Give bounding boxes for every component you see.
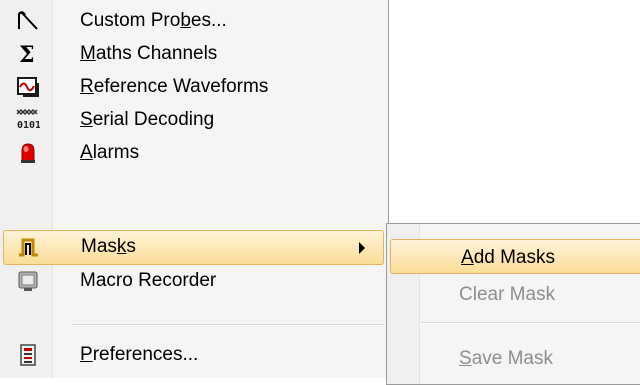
submenu-separator [421,322,640,324]
context-menu: Custom Probes... Σ Maths Channels Refere… [0,0,389,378]
menu-item-serial-decoding[interactable]: 0101 Serial Decoding [2,103,385,136]
macro-recorder-icon [16,269,40,293]
preferences-icon [16,343,40,367]
submenu-item-label: Save Mask [459,348,553,369]
alarm-light-icon [16,141,40,165]
menu-item-alarms[interactable]: Alarms [2,136,385,169]
svg-text:0101: 0101 [17,120,40,131]
sigma-icon: Σ [16,42,40,68]
menu-item-label: Serial Decoding [80,109,215,130]
menu-item-label: Macro Recorder [80,270,217,291]
menu-item-reference-waveforms[interactable]: Reference Waveforms [2,70,385,103]
submenu-item-label: Clear Mask [459,284,556,305]
menu-item-custom-probes[interactable]: Custom Probes... [2,4,385,37]
submenu-item-clear-mask[interactable]: Clear Mask [389,277,640,310]
serial-decoding-icon: 0101 [16,108,41,132]
menu-item-label: Alarms [80,142,140,163]
menu-item-macro-recorder[interactable]: Macro Recorder [2,264,385,297]
menu-item-masks[interactable]: Masks [3,230,384,265]
svg-text:Σ: Σ [19,42,35,66]
menu-item-label: Maths Channels [80,43,218,64]
menu-item-label: Reference Waveforms [80,76,269,97]
masks-submenu: Add Masks Clear Mask Save Mask [386,223,640,385]
menu-item-maths-channels[interactable]: Σ Maths Channels [2,37,385,70]
submenu-arrow-icon [359,242,365,254]
menu-item-label: Masks [81,236,136,257]
menu-separator [72,324,384,326]
submenu-item-add-masks[interactable]: Add Masks [390,239,640,274]
mask-pulse-icon [17,235,41,259]
custom-probe-icon [16,9,40,33]
reference-waveform-icon [16,75,40,99]
menu-item-preferences[interactable]: Preferences... [2,338,385,371]
submenu-item-label: Add Masks [461,247,555,268]
menu-item-label: Custom Probes... [80,10,227,31]
menu-item-label: Preferences... [80,344,199,365]
submenu-item-save-mask[interactable]: Save Mask [389,341,640,374]
